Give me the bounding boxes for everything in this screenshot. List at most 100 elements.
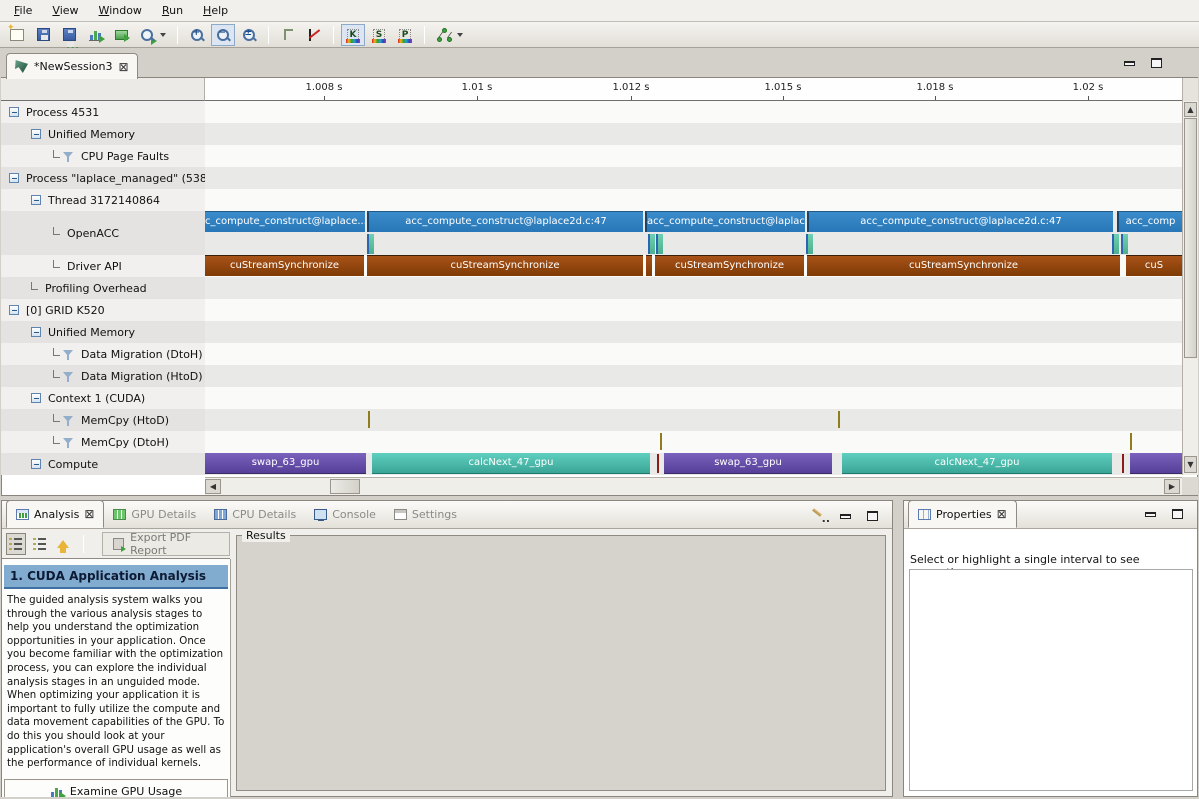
- collapse-toggle-icon[interactable]: [31, 195, 41, 205]
- collapse-toggle-icon[interactable]: [31, 327, 41, 337]
- tree-row-driver-api[interactable]: Driver API: [1, 255, 205, 277]
- openacc-event-mark[interactable]: [367, 234, 374, 254]
- tree-row-memcpy-htod[interactable]: MemCpy (HtoD): [1, 409, 205, 431]
- openacc-interval[interactable]: acc_compute_construct@laplace...: [645, 211, 805, 232]
- minimize-icon[interactable]: [840, 514, 851, 519]
- memcpy-htod-tick[interactable]: [368, 411, 370, 428]
- kernel-coloring-button[interactable]: K: [341, 24, 365, 46]
- tab-cpu-details[interactable]: CPU Details: [205, 501, 305, 528]
- tab-properties[interactable]: Properties ⊠: [908, 500, 1017, 528]
- openacc-event-mark[interactable]: [648, 234, 655, 254]
- process-coloring-button[interactable]: P: [393, 24, 417, 46]
- openacc-interval[interactable]: acc_compute_construct@laplace2d.c:47: [807, 211, 1113, 232]
- compute-boundary-tick[interactable]: [657, 454, 659, 473]
- driver-api-interval[interactable]: cuStreamSynchronize: [655, 255, 804, 276]
- run-search-button[interactable]: [135, 24, 159, 46]
- examine-gpu-usage-button[interactable]: Examine GPU Usage: [4, 779, 228, 797]
- collapse-toggle-icon[interactable]: [31, 459, 41, 469]
- scroll-left-button[interactable]: ◀: [205, 479, 221, 494]
- tree-row-process-4531[interactable]: Process 4531: [1, 101, 205, 123]
- back-button[interactable]: [54, 533, 74, 555]
- menu-view[interactable]: View: [42, 1, 88, 20]
- menu-window[interactable]: Window: [89, 1, 152, 20]
- save-button[interactable]: [31, 24, 55, 46]
- collapse-toggle-icon[interactable]: [31, 393, 41, 403]
- scroll-right-button[interactable]: ▶: [1164, 479, 1180, 494]
- scroll-down-button[interactable]: ▼: [1184, 456, 1197, 473]
- guided-analysis-button[interactable]: [6, 533, 26, 555]
- tab-settings[interactable]: Settings: [385, 501, 466, 528]
- tree-row-openacc[interactable]: OpenACC: [1, 211, 205, 255]
- run-analysis-button[interactable]: [109, 24, 133, 46]
- compute-boundary-tick[interactable]: [1122, 454, 1124, 473]
- save-all-button[interactable]: [57, 24, 81, 46]
- tree-row-memcpy-dtoh[interactable]: MemCpy (DtoH): [1, 431, 205, 453]
- tree-row-data-migration-htod[interactable]: Data Migration (HtoD): [1, 365, 205, 387]
- tree-row-process-laplace-managed-538[interactable]: Process "laplace_managed" (538): [1, 167, 205, 189]
- tab-session[interactable]: *NewSession3 ⊠: [6, 53, 138, 79]
- generate-timeline-button[interactable]: [83, 24, 107, 46]
- stream-coloring-button[interactable]: S: [367, 24, 391, 46]
- horizontal-scroll-thumb[interactable]: [330, 479, 360, 494]
- kernel-interval-calcnext-47-gpu[interactable]: calcNext_47_gpu: [372, 453, 650, 474]
- tree-row-profiling-overhead[interactable]: Profiling Overhead: [1, 277, 205, 299]
- horizontal-scrollbar[interactable]: ◀ ▶: [205, 477, 1182, 495]
- maximize-icon[interactable]: [1151, 58, 1162, 68]
- tab-gpu-details[interactable]: GPU Details: [104, 501, 205, 528]
- driver-api-interval[interactable]: cuStreamSynchronize: [807, 255, 1120, 276]
- menu-file[interactable]: File: [4, 1, 42, 20]
- memcpy-htod-tick[interactable]: [838, 411, 840, 428]
- tree-row-cpu-page-faults[interactable]: CPU Page Faults: [1, 145, 205, 167]
- timeline-ruler[interactable]: 1.008 s1.01 s1.012 s1.015 s1.018 s1.02 s: [205, 78, 1182, 101]
- kernel-interval-clipped[interactable]: [1130, 453, 1182, 474]
- close-icon[interactable]: ⊠: [118, 61, 128, 73]
- close-icon[interactable]: ⊠: [997, 508, 1007, 520]
- openacc-interval[interactable]: acc_compute_construct@laplace2d.c:47: [367, 211, 643, 232]
- openacc-interval[interactable]: c_compute_construct@laplace...: [205, 211, 365, 232]
- minimize-icon[interactable]: [1124, 61, 1135, 66]
- go-to-start-marker-button[interactable]: [276, 24, 300, 46]
- zoom-in-button[interactable]: +: [185, 24, 209, 46]
- maximize-icon[interactable]: [867, 511, 878, 521]
- memcpy-dtoh-tick[interactable]: [1130, 433, 1132, 450]
- driver-api-interval[interactable]: cuStreamSynchronize: [205, 255, 364, 276]
- view-menu-icon[interactable]: [810, 509, 824, 523]
- collapse-toggle-icon[interactable]: [9, 305, 19, 315]
- tree-row-compute[interactable]: Compute: [1, 453, 205, 475]
- openacc-event-mark[interactable]: [656, 234, 663, 254]
- collapse-toggle-icon[interactable]: [9, 107, 19, 117]
- scroll-up-button[interactable]: ▲: [1184, 102, 1197, 117]
- timeline-canvas[interactable]: c_compute_construct@laplace...acc_comput…: [205, 101, 1182, 475]
- kernel-interval-calcnext-47-gpu[interactable]: calcNext_47_gpu: [842, 453, 1112, 474]
- close-icon[interactable]: ⊠: [84, 508, 94, 520]
- vertical-scrollbar[interactable]: ▲ ▼: [1182, 101, 1198, 475]
- menu-run[interactable]: Run: [152, 1, 193, 20]
- tab-console[interactable]: Console: [305, 501, 385, 528]
- zoom-out-button[interactable]: −: [211, 24, 235, 46]
- openacc-event-mark[interactable]: [1121, 234, 1128, 254]
- openacc-interval[interactable]: acc_comp: [1117, 211, 1182, 232]
- call-tree-button[interactable]: [432, 24, 456, 46]
- export-pdf-report-button[interactable]: Export PDF Report: [102, 532, 230, 556]
- menu-help[interactable]: Help: [193, 1, 238, 20]
- tab-analysis[interactable]: Analysis⊠: [6, 500, 104, 528]
- zoom-fit-button[interactable]: ±: [237, 24, 261, 46]
- tree-row-0-grid-k520[interactable]: [0] GRID K520: [1, 299, 205, 321]
- driver-api-interval[interactable]: cuS: [1126, 255, 1182, 276]
- unguided-analysis-button[interactable]: [30, 533, 50, 555]
- openacc-event-mark[interactable]: [806, 234, 813, 254]
- tree-row-unified-memory[interactable]: Unified Memory: [1, 123, 205, 145]
- kernel-interval-swap-63-gpu[interactable]: swap_63_gpu: [664, 453, 832, 474]
- tree-row-data-migration-dtoh[interactable]: Data Migration (DtoH): [1, 343, 205, 365]
- go-to-marker-button[interactable]: [302, 24, 326, 46]
- maximize-icon[interactable]: [1172, 509, 1183, 519]
- tree-row-unified-memory[interactable]: Unified Memory: [1, 321, 205, 343]
- kernel-interval-swap-63-gpu[interactable]: swap_63_gpu: [205, 453, 366, 474]
- minimize-icon[interactable]: [1145, 512, 1156, 517]
- driver-api-interval[interactable]: [646, 255, 652, 276]
- tree-row-context-1-cuda[interactable]: Context 1 (CUDA): [1, 387, 205, 409]
- vertical-scroll-thumb[interactable]: [1184, 118, 1197, 358]
- tree-row-thread-3172140864[interactable]: Thread 3172140864: [1, 189, 205, 211]
- collapse-toggle-icon[interactable]: [31, 129, 41, 139]
- memcpy-dtoh-tick[interactable]: [660, 433, 662, 450]
